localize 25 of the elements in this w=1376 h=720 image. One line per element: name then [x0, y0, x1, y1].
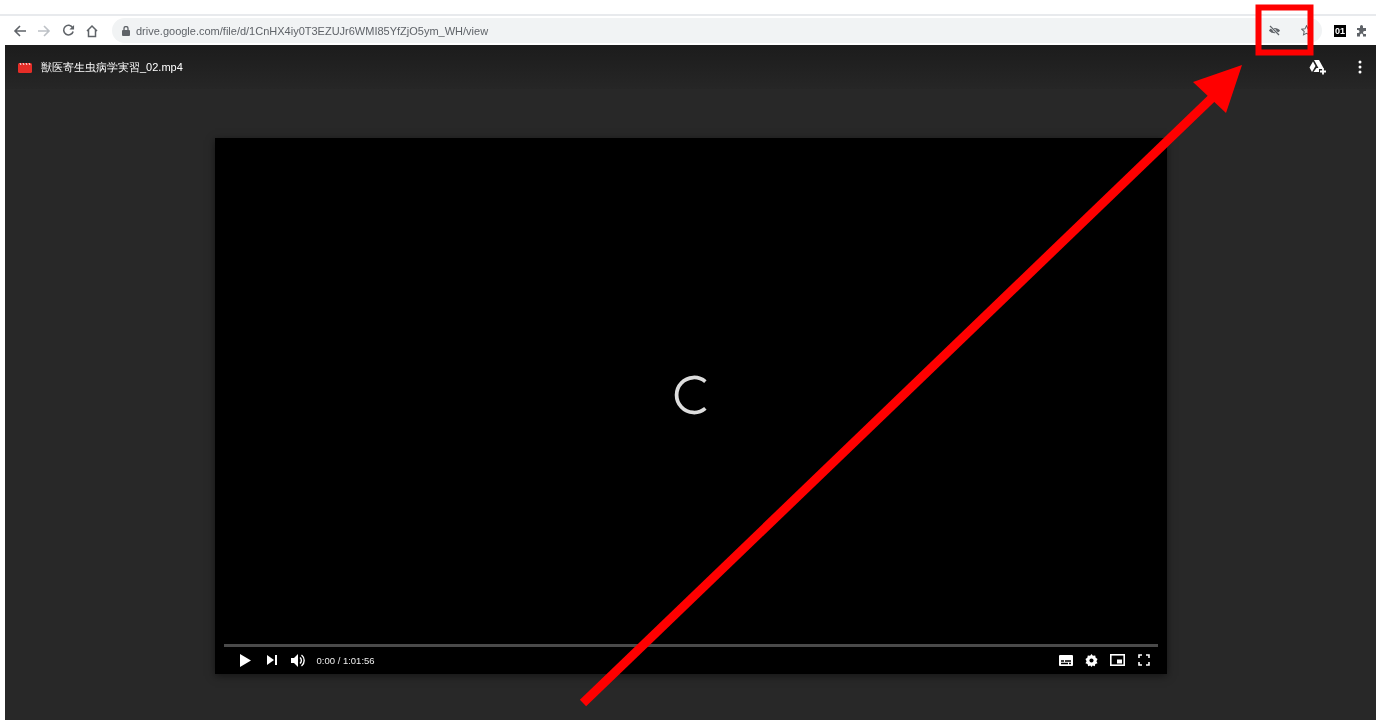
eye-crossed-icon[interactable]	[1268, 25, 1281, 36]
subtitles-icon	[1058, 654, 1073, 666]
settings-icon	[1085, 653, 1098, 667]
back-arrow-icon	[13, 23, 27, 38]
time-display: 0:00 / 1:01:56	[316, 654, 375, 666]
home-icon	[85, 23, 99, 38]
file-title: 獣医寄生虫病学実習_02.mp4	[41, 59, 183, 75]
video-player[interactable]: 0:00 / 1:01:56	[214, 138, 1167, 674]
extension-badge[interactable]: 01	[1334, 24, 1346, 37]
lock-icon	[122, 25, 130, 36]
skip-next-icon	[266, 655, 277, 665]
reload-icon	[61, 24, 75, 37]
volume-icon	[290, 653, 305, 667]
more-vertical-icon	[1358, 60, 1362, 74]
address-bar[interactable]: drive.google.com/file/d/1CnHX4iy0T3EZUJr6WMI85YfZjO5ym_WH/view	[112, 18, 1322, 43]
video-file-icon	[18, 61, 32, 73]
miniplayer-icon	[1110, 654, 1125, 666]
drive-add-icon	[1309, 59, 1327, 75]
play-icon	[240, 653, 251, 667]
url-text: drive.google.com/file/d/1CnHX4iy0T3EZUJr6WMI85YfZjO5ym_WH/view	[136, 24, 489, 37]
forward-arrow-icon	[37, 23, 51, 38]
add-to-drive-button[interactable]	[1309, 59, 1327, 75]
fullscreen-icon	[1137, 654, 1150, 666]
more-options-button[interactable]	[1358, 60, 1362, 74]
puzzle-icon[interactable]	[1356, 24, 1368, 37]
